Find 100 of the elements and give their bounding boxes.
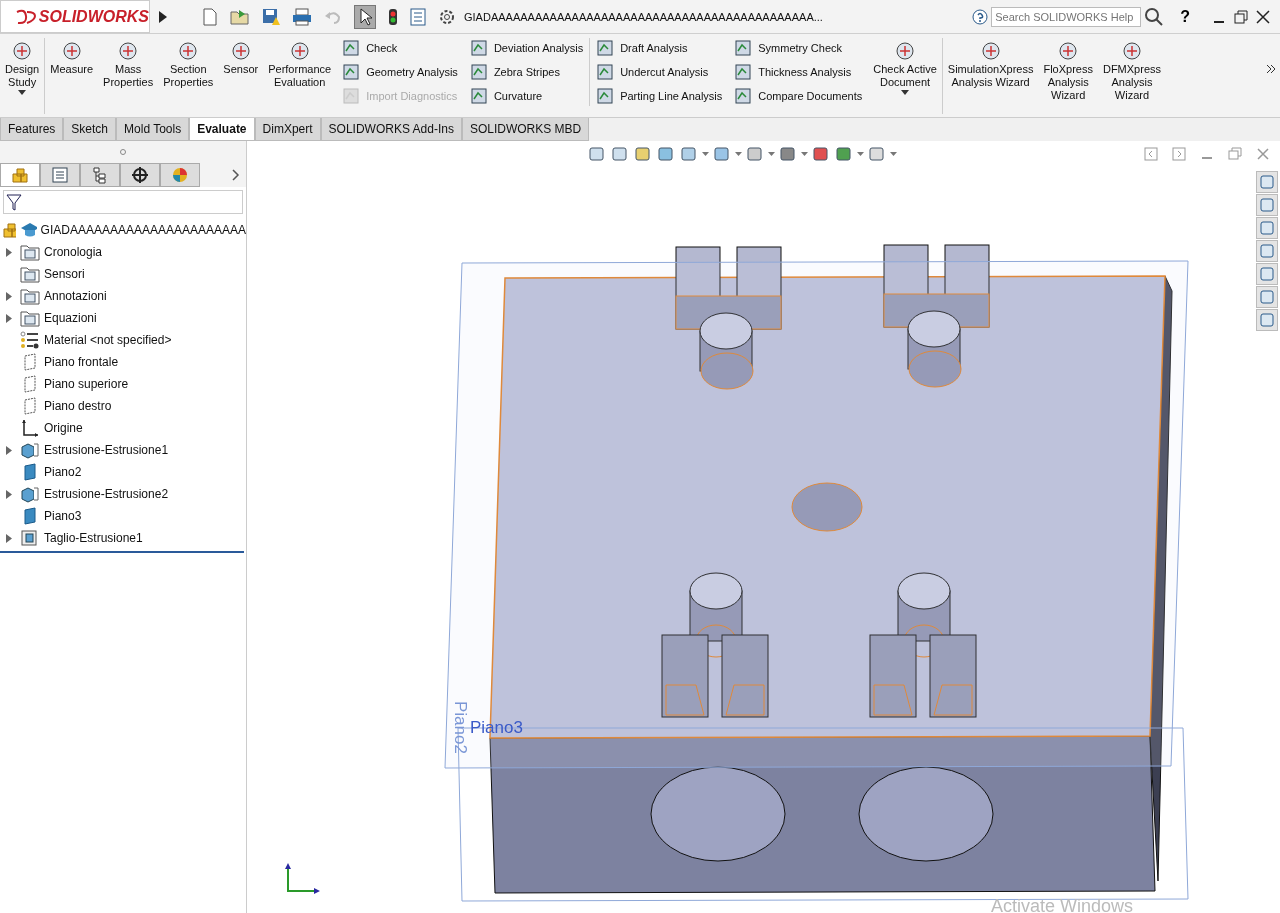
filter-field[interactable]: [3, 190, 243, 214]
tree-item[interactable]: Piano3: [44, 509, 82, 523]
caret-icon[interactable]: [735, 152, 742, 156]
ribbon-button[interactable]: Thickness Analysis: [732, 62, 865, 82]
tree-item[interactable]: Estrusione-Estrusione2: [44, 487, 169, 501]
ribbon-button[interactable]: Section Properties: [158, 38, 219, 114]
watermark-text: Activate Windows: [991, 896, 1134, 913]
tree-item[interactable]: Piano superiore: [44, 377, 129, 391]
ribbon-button[interactable]: SimulationXpress Analysis Wizard: [942, 38, 1039, 114]
tree-item[interactable]: Piano frontale: [44, 355, 119, 369]
cut-extrude-icon: [20, 529, 40, 547]
analysis-icon: [596, 39, 615, 57]
search-icon[interactable]: [1144, 6, 1165, 27]
tree-item[interactable]: Piano destro: [44, 399, 112, 413]
filter-icon: [6, 193, 22, 211]
help-circle-icon: [972, 8, 989, 25]
analysis-icon: [469, 63, 488, 81]
panel-tab[interactable]: [80, 163, 120, 187]
analysis-icon: [734, 87, 753, 105]
ribbon-button[interactable]: FloXpress Analysis Wizard: [1038, 38, 1098, 114]
caret-icon[interactable]: [768, 152, 775, 156]
help-button[interactable]: ?: [1180, 7, 1190, 26]
part-name[interactable]: GIADAAAAAAAAAAAAAAAAAAAAAA: [40, 223, 246, 237]
ribbon-button[interactable]: Symmetry Check: [732, 38, 865, 58]
settings-icon[interactable]: [438, 7, 456, 26]
extrude-icon: [20, 441, 40, 459]
part-blocks-icon: [11, 166, 29, 184]
graduation-cap-icon: [20, 221, 37, 239]
ribbon-button[interactable]: DFMXpress Analysis Wizard: [1097, 38, 1166, 114]
tree-item[interactable]: Annotazioni: [44, 289, 107, 303]
analysis-icon: [734, 63, 753, 81]
configuration-tree-icon: [91, 166, 109, 184]
ribbon-tab[interactable]: SOLIDWORKS Add-Ins: [320, 118, 462, 141]
ribbon-button[interactable]: Curvature: [467, 86, 586, 106]
ribbon-button[interactable]: Undercut Analysis: [594, 62, 725, 82]
solidworks-logo[interactable]: SOLIDWORKS: [0, 0, 150, 33]
property-list-icon: [51, 166, 69, 184]
extrude-icon: [20, 485, 40, 503]
crosshair-icon: [131, 166, 149, 184]
caret-icon[interactable]: [801, 152, 808, 156]
analysis-icon: [596, 87, 615, 105]
tree-item[interactable]: Material <not specified>: [44, 333, 172, 347]
open-folder-icon[interactable]: [230, 7, 250, 26]
tree-item[interactable]: Sensori: [44, 267, 85, 281]
plane-label: Piano2: [451, 701, 470, 754]
more-chevron-icon[interactable]: [1266, 64, 1276, 74]
ribbon-button[interactable]: Sensor: [218, 38, 264, 114]
tree-item[interactable]: Equazioni: [44, 311, 97, 325]
close-icon[interactable]: [1256, 9, 1270, 24]
ribbon-button[interactable]: Geometry Analysis: [340, 62, 460, 82]
ribbon-button[interactable]: Mass Properties: [98, 38, 159, 114]
analysis-icon: [342, 63, 361, 81]
ribbon-tab[interactable]: DimXpert: [254, 118, 321, 141]
ribbon-button[interactable]: Performance Evaluation: [263, 38, 337, 114]
expand-arrow-icon[interactable]: [158, 9, 168, 24]
ribbon-tab[interactable]: Mold Tools: [116, 118, 190, 141]
ribbon-button[interactable]: Design Study: [0, 38, 45, 114]
caret-icon: [18, 90, 27, 95]
analysis-icon: [469, 39, 488, 57]
tree-item[interactable]: Estrusione-Estrusione1: [44, 443, 169, 457]
caret-icon[interactable]: [890, 152, 897, 156]
ribbon-button[interactable]: Draft Analysis: [594, 38, 725, 58]
part-blocks-icon: [2, 221, 17, 239]
coordinate-triad-icon: [285, 863, 320, 894]
ribbon-tab[interactable]: Features: [0, 118, 64, 141]
ribbon-tab[interactable]: Sketch: [63, 118, 117, 141]
ribbon-tab[interactable]: Evaluate: [189, 118, 255, 141]
next-pane-icon[interactable]: [1172, 147, 1186, 161]
chevron-right-icon[interactable]: [232, 169, 240, 181]
ribbon-button[interactable]: Parting Line Analysis: [594, 86, 725, 106]
previous-pane-icon[interactable]: [1144, 147, 1158, 161]
ribbon-button[interactable]: Deviation Analysis: [467, 38, 586, 58]
analysis-icon: [469, 87, 488, 105]
ribbon-button[interactable]: Compare Documents: [732, 86, 865, 106]
ribbon-button[interactable]: Check Active Document: [868, 38, 942, 114]
caret-icon[interactable]: [857, 152, 864, 156]
analysis-icon: [342, 39, 361, 57]
document-title: GIADAAAAAAAAAAAAAAAAAAAAAAAAAAAAAAAAAAAAAAAAAAAA...: [464, 10, 824, 23]
tree-item[interactable]: Taglio-Estrusione1: [44, 531, 143, 545]
material-list-icon: [20, 331, 40, 349]
search-field[interactable]: Search SOLIDWORKS Help: [991, 6, 1142, 27]
caret-icon: [901, 90, 909, 95]
tree-item[interactable]: Cronologia: [44, 245, 103, 259]
tree-item[interactable]: Piano2: [44, 465, 82, 479]
analysis-icon: [596, 63, 615, 81]
tree-item[interactable]: Origine: [44, 421, 83, 435]
cursor-icon[interactable]: [354, 4, 376, 29]
panel-tab[interactable]: [120, 163, 160, 187]
ribbon-button[interactable]: Zebra Stripes: [467, 62, 586, 82]
save-icon[interactable]: [262, 7, 280, 26]
ribbon-button[interactable]: Measure: [45, 38, 99, 114]
analysis-icon: [342, 87, 361, 105]
color-wheel-icon: [171, 166, 189, 184]
print-icon[interactable]: [292, 7, 312, 26]
restore-icon[interactable]: [1234, 9, 1248, 24]
splitter-handle-icon[interactable]: [120, 149, 126, 155]
caret-icon[interactable]: [702, 152, 709, 156]
ribbon-button[interactable]: Check: [340, 38, 460, 58]
ribbon-tab[interactable]: SOLIDWORKS MBD: [461, 118, 590, 141]
new-document-icon[interactable]: [202, 7, 218, 26]
